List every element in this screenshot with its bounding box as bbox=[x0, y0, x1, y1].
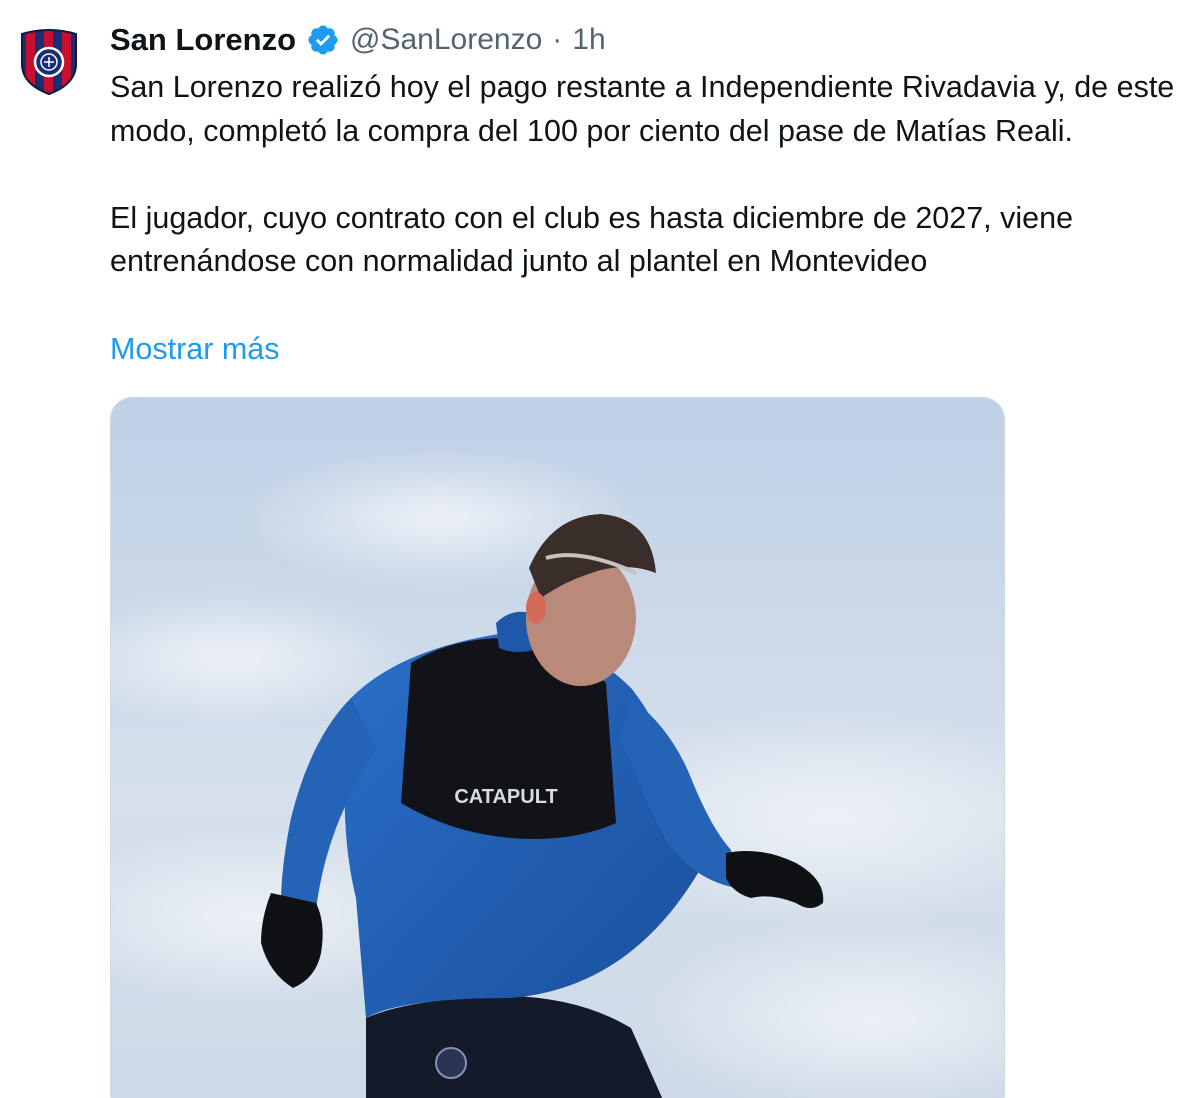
avatar[interactable] bbox=[18, 28, 80, 96]
tweet-text: San Lorenzo realizó hoy el pago restante… bbox=[110, 66, 1195, 284]
verified-badge-icon[interactable] bbox=[306, 23, 340, 57]
show-more-link[interactable]: Mostrar más bbox=[110, 328, 279, 372]
separator-dot: · bbox=[552, 23, 563, 56]
timestamp[interactable]: 1h bbox=[572, 23, 605, 57]
tweet-photo[interactable]: CATAPULT bbox=[110, 397, 1005, 1098]
bib-sponsor-text: CATAPULT bbox=[454, 786, 557, 808]
tweet-card[interactable]: San Lorenzo @SanLorenzo · 1h San Lorenzo… bbox=[0, 0, 1200, 1098]
tweet-paragraph-1: San Lorenzo realizó hoy el pago restante… bbox=[110, 70, 1175, 148]
player-training-photo: CATAPULT bbox=[111, 398, 1004, 1098]
author-name[interactable]: San Lorenzo bbox=[110, 22, 296, 58]
club-crest-icon bbox=[21, 29, 77, 96]
tweet-header: San Lorenzo @SanLorenzo · 1h bbox=[110, 18, 606, 62]
author-handle[interactable]: @SanLorenzo bbox=[350, 23, 542, 57]
tweet-paragraph-2: El jugador, cuyo contrato con el club es… bbox=[110, 200, 1074, 279]
